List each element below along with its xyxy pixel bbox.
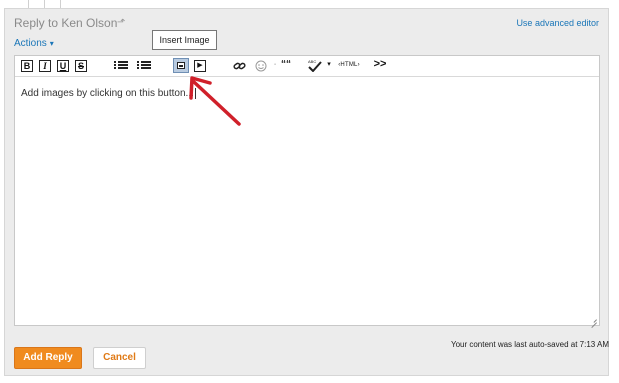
underline-button[interactable]: U xyxy=(57,60,69,72)
autosave-status: Your content was last auto-saved at 7:13… xyxy=(450,340,609,349)
svg-text:ABC: ABC xyxy=(308,59,316,64)
link-icon[interactable] xyxy=(233,60,247,72)
insert-image-icon xyxy=(177,62,185,69)
reply-title: Reply to Ken Olson xyxy=(14,16,118,30)
separator-dot: · xyxy=(273,61,277,68)
insert-video-icon[interactable]: ▶ xyxy=(194,60,206,72)
numbered-list-icon[interactable] xyxy=(137,60,152,72)
editor-text: Add images by clicking on this button... xyxy=(21,88,194,100)
html-button[interactable]: ‹HTML› xyxy=(337,60,361,72)
spellcheck-icon[interactable]: ABC xyxy=(307,59,323,72)
text-cursor xyxy=(194,88,196,99)
editor-toolbar: B I U S ▶ · ““ ABC ▾ ‹HTML› >> xyxy=(15,56,599,77)
top-strip xyxy=(0,0,619,8)
resize-handle-icon[interactable] xyxy=(589,315,597,323)
strikethrough-button[interactable]: S xyxy=(75,60,87,72)
strip-divider xyxy=(28,0,29,8)
editor-content[interactable]: Add images by clicking on this button... xyxy=(21,88,196,99)
quote-button[interactable]: ““ xyxy=(280,60,292,72)
advanced-editor-link[interactable]: Use advanced editor xyxy=(516,18,599,28)
more-button[interactable]: >> xyxy=(373,59,387,71)
actions-menu[interactable]: Actions ▾ xyxy=(14,38,54,49)
bulleted-list-icon[interactable] xyxy=(114,60,129,72)
chevron-down-icon: ▾ xyxy=(49,39,54,48)
strip-divider xyxy=(60,0,61,8)
add-reply-button[interactable]: Add Reply xyxy=(14,347,82,369)
bold-button[interactable]: B xyxy=(21,60,33,72)
pin-icon[interactable]: ⬏ xyxy=(117,17,125,28)
cancel-button[interactable]: Cancel xyxy=(93,347,146,369)
insert-image-tooltip: Insert Image xyxy=(152,30,217,50)
spellcheck-dropdown[interactable]: ▾ xyxy=(326,60,332,72)
insert-image-button[interactable] xyxy=(173,58,189,73)
actions-label: Actions xyxy=(14,38,47,49)
reply-editor[interactable]: B I U S ▶ · ““ ABC ▾ ‹HTML› >> Add image… xyxy=(14,55,600,326)
strip-divider xyxy=(44,0,45,8)
italic-button[interactable]: I xyxy=(39,60,51,72)
emoji-icon[interactable] xyxy=(255,60,267,72)
